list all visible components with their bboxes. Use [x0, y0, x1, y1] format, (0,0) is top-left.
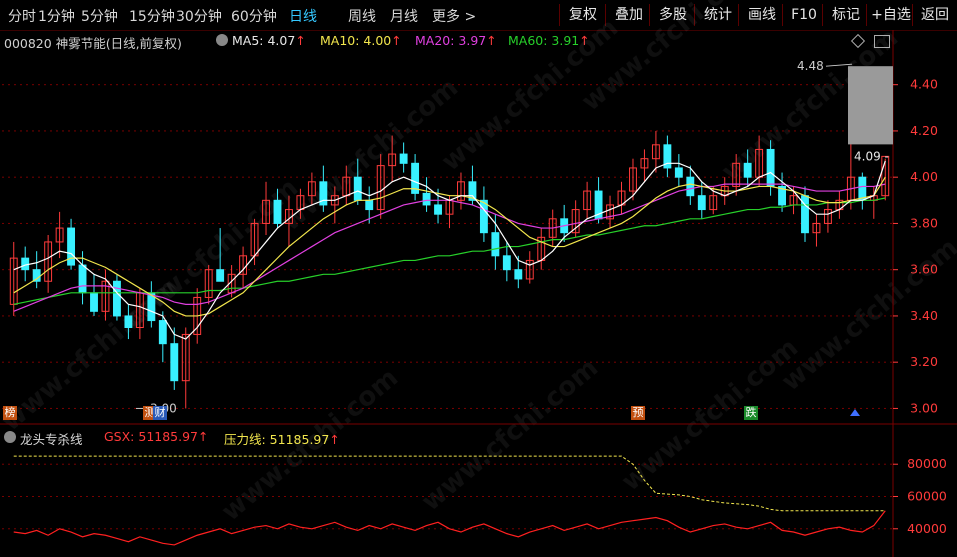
candle-body	[113, 280, 121, 317]
price-tick-label: 3.60	[910, 262, 938, 277]
pressure-label: 压力线: 51185.97↑	[224, 432, 340, 447]
indicator-tick-label: 40000	[907, 521, 947, 536]
candle-body	[766, 148, 775, 187]
candle-body	[21, 257, 30, 271]
price-tick-label: 3.80	[910, 215, 938, 230]
bang-marker[interactable]: 榜	[3, 406, 17, 420]
candle-body	[158, 320, 167, 345]
pressure-arrow-icon: ↑	[329, 432, 340, 447]
candle-body	[216, 269, 225, 282]
gsx-line	[13, 510, 886, 546]
candle-body	[858, 176, 867, 201]
price-tick-label: 4.00	[910, 169, 938, 184]
gsx-label: GSX: 51185.97↑	[104, 429, 209, 444]
current-price-label: 4.09 -	[854, 149, 889, 163]
indicator-tick-label: 80000	[907, 456, 947, 471]
max-pointer	[825, 63, 853, 67]
price-tick-label: 3.00	[910, 400, 938, 415]
price-tick-label: 4.20	[910, 123, 938, 138]
die-marker[interactable]: 跌	[744, 406, 758, 420]
kline-chart[interactable]: 4.404.204.003.803.603.403.203.004.483.00…	[0, 0, 957, 557]
candle-body	[90, 292, 98, 312]
indicator-name: 龙头专杀线	[20, 432, 83, 447]
price-tick-label: 4.40	[910, 77, 938, 92]
candle-body	[124, 315, 133, 328]
candle-body	[743, 162, 752, 178]
pressure-line	[13, 455, 886, 512]
indicator-tick-label: 60000	[907, 489, 947, 504]
candle-body	[434, 204, 442, 215]
max-price-label: 4.48	[797, 59, 824, 73]
cai-marker[interactable]: 财	[153, 406, 167, 420]
candle-body	[514, 269, 523, 280]
price-range-box	[848, 66, 893, 145]
candle-body	[502, 255, 511, 271]
price-tick-label: 3.20	[910, 354, 938, 369]
candle-body	[479, 199, 488, 234]
candle-body	[686, 176, 695, 197]
candle-body	[674, 167, 683, 178]
candle-body	[697, 195, 706, 211]
candle-body	[170, 343, 179, 382]
indicator-toggle-icon[interactable]	[4, 431, 16, 443]
yu-marker[interactable]: 预	[631, 406, 645, 420]
candle-body	[422, 192, 431, 206]
candle-body	[353, 176, 362, 201]
price-tick-label: 3.40	[910, 308, 938, 323]
candle-body	[78, 264, 87, 294]
candle-body	[399, 153, 408, 164]
candle-body	[365, 199, 374, 211]
candle-body	[273, 199, 282, 224]
gsx-arrow-icon: ↑	[198, 429, 209, 444]
up-triangle-icon[interactable]	[850, 409, 860, 416]
candle-body	[491, 232, 500, 257]
